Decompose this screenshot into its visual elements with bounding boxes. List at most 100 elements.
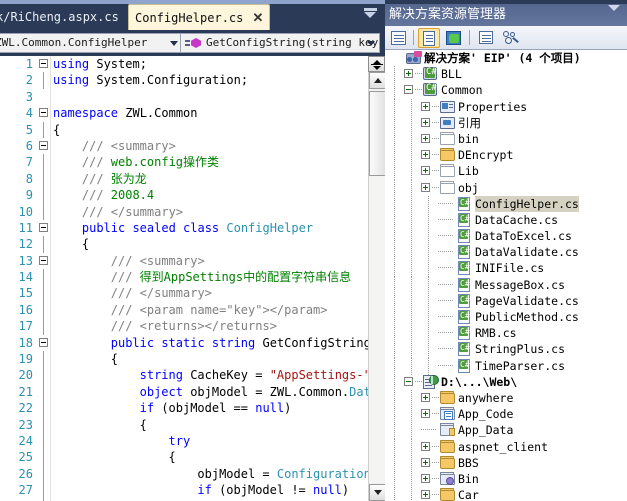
- tree-item-confighelper-cs[interactable]: C# ConfigHelper.cs: [385, 195, 627, 213]
- tree-guide-dots: [415, 89, 422, 91]
- close-icon[interactable]: ✕: [252, 5, 263, 30]
- tab-list-dropdown-icon[interactable]: [361, 8, 379, 22]
- solution-tree[interactable]: 解决方案' EIP' (4 个项目) C# BLL C# Common Propertie…: [385, 50, 627, 501]
- tree-item-inifile-cs[interactable]: C# INIFile.cs: [385, 260, 627, 278]
- code-line[interactable]: 6 /// <summary>: [0, 138, 368, 154]
- editor-tab-richeng[interactable]: k/RiCheng.aspx.cs: [0, 4, 125, 30]
- code-line[interactable]: 2 using System.Configuration;: [0, 72, 368, 89]
- code-line[interactable]: 21 object objModel = ZWL.Common.Data: [0, 383, 378, 401]
- code-line[interactable]: 11 public sealed class ConfigHelper: [0, 220, 368, 236]
- tree-item-obj[interactable]: obj: [385, 179, 627, 197]
- code-line[interactable]: 15 /// </summary>: [0, 285, 368, 302]
- tree-item-d-web[interactable]: D:\...\Web\: [385, 373, 627, 391]
- tree-item-[interactable]: 引用: [385, 114, 627, 132]
- fold-collapse-icon[interactable]: [39, 255, 48, 265]
- view-designer-button[interactable]: [500, 28, 522, 48]
- code-line[interactable]: 3: [0, 89, 368, 105]
- properties-button[interactable]: [388, 28, 410, 48]
- collapse-icon[interactable]: [404, 85, 413, 95]
- expand-icon[interactable]: [404, 69, 413, 79]
- tree-item-dencrypt[interactable]: DEncrypt: [385, 147, 627, 165]
- code-line[interactable]: 24 try: [0, 432, 368, 450]
- code-line[interactable]: 25 {: [0, 449, 368, 466]
- code-line[interactable]: 19 {: [0, 351, 368, 368]
- code-line[interactable]: 23 {: [0, 416, 368, 433]
- code-line[interactable]: 5{: [0, 121, 368, 138]
- scroll-down-button[interactable]: [369, 484, 385, 501]
- code-line[interactable]: 9 /// 2008.4: [0, 187, 368, 204]
- code-text-area[interactable]: 1 using System; 2 using System.Configuratio…: [0, 56, 385, 501]
- code-line[interactable]: 16 /// <param name="key"></param>: [0, 301, 368, 319]
- expand-icon[interactable]: [421, 166, 430, 176]
- code-line[interactable]: 13 /// <summary>: [0, 253, 368, 269]
- tree-item-datavalidate-cs[interactable]: C# DataValidate.cs: [385, 244, 627, 262]
- expand-icon[interactable]: [421, 150, 430, 160]
- tree-item-pagevalidate-cs[interactable]: C# PageValidate.cs: [385, 292, 627, 310]
- tree-guide-dots: [421, 429, 437, 431]
- fold-collapse-icon[interactable]: [39, 222, 48, 232]
- code-line[interactable]: 1 using System;: [0, 56, 368, 72]
- expand-icon[interactable]: [421, 441, 430, 451]
- member-dropdown[interactable]: GetConfigString(string key): [180, 33, 380, 53]
- tree-item-lib[interactable]: Lib: [385, 163, 627, 181]
- tree-item-rmb-cs[interactable]: C# RMB.cs: [385, 325, 627, 343]
- code-line[interactable]: 22 if (objModel == null): [0, 400, 368, 417]
- expand-icon[interactable]: [421, 101, 430, 111]
- tree-item-app-data[interactable]: App_Data: [385, 422, 627, 440]
- fold-collapse-icon[interactable]: [39, 108, 48, 118]
- code-line[interactable]: 20 string CacheKey = "AppSettings-": [0, 367, 371, 384]
- code-line[interactable]: 12 {: [0, 236, 368, 253]
- tree-item-eip-4[interactable]: 解决方案' EIP' (4 个项目): [385, 50, 627, 66]
- code-line[interactable]: 10 /// </summary>: [0, 203, 368, 220]
- tree-item-stringplus-cs[interactable]: C# StringPlus.cs: [385, 341, 627, 359]
- expand-icon[interactable]: [421, 409, 430, 419]
- code-line[interactable]: 26 objModel = ConfigurationM: [0, 465, 378, 483]
- collapse-icon[interactable]: [404, 376, 413, 386]
- code-line[interactable]: 4 namespace ZWL.Common: [0, 105, 368, 121]
- tree-item-datatoexcel-cs[interactable]: C# DataToExcel.cs: [385, 228, 627, 246]
- code-line[interactable]: 14 /// 得到AppSettings中的配置字符串信息: [0, 269, 368, 286]
- tree-item-car[interactable]: Car: [385, 487, 627, 501]
- fold-collapse-icon[interactable]: [39, 59, 48, 68]
- refresh-button[interactable]: [443, 28, 465, 48]
- code-line[interactable]: 17 /// <returns></returns>: [0, 318, 368, 335]
- type-dropdown[interactable]: ZWL.Common.ConfigHelper: [0, 33, 183, 53]
- show-all-files-button[interactable]: [418, 28, 440, 48]
- editor-tab-confighelper[interactable]: ConfigHelper.cs ✕: [128, 4, 271, 30]
- expand-icon[interactable]: [421, 457, 430, 467]
- code-line[interactable]: 8 /// 张为龙: [0, 170, 368, 188]
- tree-item-bin[interactable]: bin: [385, 130, 627, 148]
- tree-item-bin[interactable]: Bin: [385, 470, 627, 488]
- tree-item-messagebox-cs[interactable]: C# MessageBox.cs: [385, 276, 627, 294]
- tree-item-bll[interactable]: C# BLL: [385, 66, 627, 84]
- tree-item-datacache-cs[interactable]: C# DataCache.cs: [385, 211, 627, 229]
- view-code-button[interactable]: [475, 28, 497, 48]
- expand-icon[interactable]: [421, 473, 430, 483]
- line-number: 24: [18, 433, 33, 448]
- scroll-up-button[interactable]: [369, 72, 385, 89]
- code-line[interactable]: 7 /// web.config操作类: [0, 154, 368, 171]
- tree-item-publicmethod-cs[interactable]: C# PublicMethod.cs: [385, 309, 627, 326]
- fold-collapse-icon[interactable]: [39, 337, 48, 347]
- tree-item-timeparser-cs[interactable]: C# TimeParser.cs: [385, 357, 627, 375]
- cs-file-icon: C#: [457, 245, 472, 260]
- tree-item-app-code[interactable]: App_Code: [385, 406, 627, 424]
- tree-item-properties[interactable]: Properties: [385, 98, 627, 116]
- code-line[interactable]: 27 if (objModel != null): [0, 482, 368, 499]
- vertical-scrollbar[interactable]: [368, 72, 385, 501]
- expand-icon[interactable]: [421, 117, 430, 127]
- split-view-button[interactable]: [368, 56, 385, 72]
- expand-icon[interactable]: [421, 182, 430, 192]
- tree-item-common[interactable]: C# Common: [385, 82, 627, 100]
- scrollbar-thumb[interactable]: [369, 91, 385, 176]
- expand-icon[interactable]: [421, 490, 430, 500]
- tree-item-bbs[interactable]: BBS: [385, 454, 627, 472]
- tree-guide-line: [411, 470, 412, 488]
- fold-collapse-icon[interactable]: [39, 140, 48, 150]
- code-line[interactable]: 18 public static string GetConfigString(: [0, 335, 379, 351]
- tree-item-anywhere[interactable]: anywhere: [385, 389, 627, 407]
- tree-item-aspnet-client[interactable]: aspnet_client: [385, 438, 627, 456]
- expand-icon[interactable]: [421, 133, 430, 143]
- source-code-lines[interactable]: 1 using System; 2 using System.Configuratio…: [0, 56, 379, 501]
- expand-icon[interactable]: [421, 392, 430, 402]
